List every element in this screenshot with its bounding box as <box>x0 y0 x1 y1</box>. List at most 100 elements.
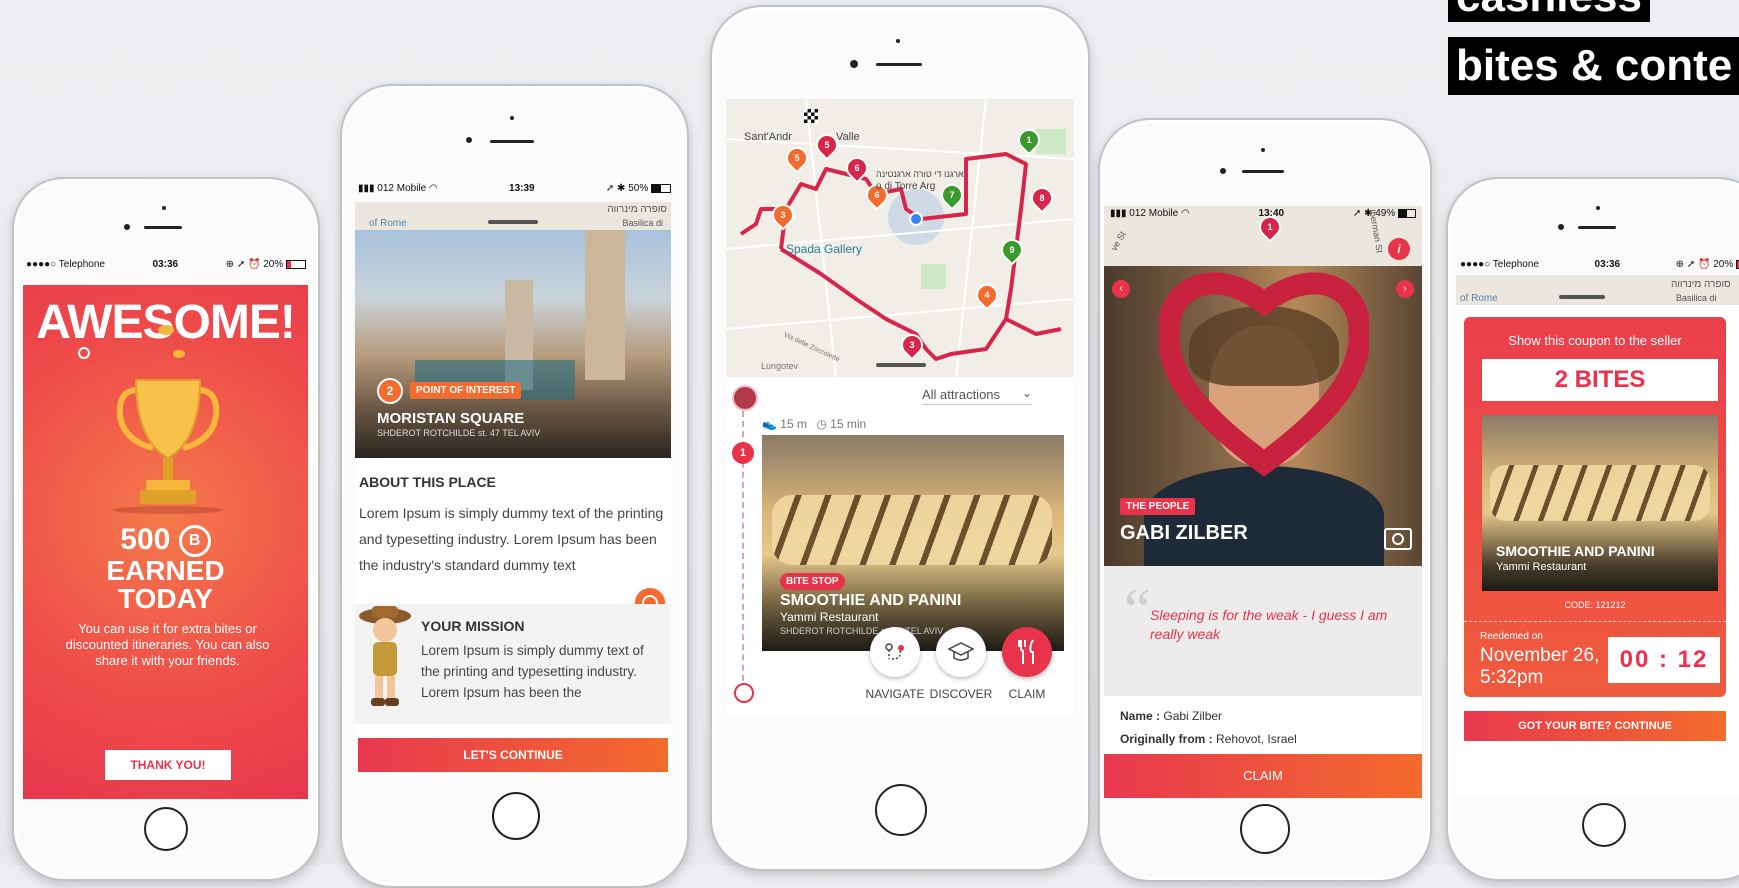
battery: ⊕ ➚ ⏰ 20% <box>1676 259 1739 270</box>
home-button[interactable] <box>144 807 188 851</box>
finish-flag-icon <box>804 109 818 123</box>
filter-value: All attractions <box>922 387 1001 402</box>
battery-icon <box>286 259 306 269</box>
drag-handle[interactable] <box>488 220 538 224</box>
claim-button[interactable]: CLAIM <box>1104 754 1422 798</box>
reward-description: You can use it for extra bites or discou… <box>65 621 270 668</box>
phone-speaker <box>876 63 922 66</box>
discover-button[interactable] <box>936 627 986 677</box>
person-photo: ‹ › THE PEOPLE GABI ZILBER <box>1104 266 1422 566</box>
home-button[interactable] <box>1240 804 1290 854</box>
phone-point-of-interest: ▮▮▮ 012 Mobile ◠ 13:39 ➚ ✱ 50% סופרה מינ… <box>340 84 689 888</box>
claim-label: CLAIM <box>1008 687 1046 701</box>
panini-stripes <box>1490 465 1710 521</box>
thank-you-button[interactable]: THANK YOU! <box>105 750 231 780</box>
walk-time: 15 min <box>830 417 867 431</box>
people-tag: THE PEOPLE <box>1120 498 1196 515</box>
battery-icon <box>651 183 671 193</box>
map-label: Spada Gallery <box>786 242 863 256</box>
about-text: Lorem Ipsum is simply dummy text of the … <box>359 505 664 573</box>
map-label: Sant'Andr <box>744 131 792 143</box>
people-screen: ▮▮▮ 012 Mobile ◠ 13:40 ➚ ✱ 49% ve St Ibe… <box>1104 206 1422 798</box>
phone-camera <box>850 60 858 68</box>
clock: 03:36 <box>1594 259 1621 270</box>
phone-speaker <box>1578 226 1616 229</box>
got-your-bite-button[interactable]: GOT YOUR BITE? CONTINUE <box>1464 711 1726 741</box>
home-button[interactable] <box>1582 803 1626 847</box>
phone-route-map: 5 5 6 6 3 7 1 8 9 4 3 Sant'Andr Valle Sp… <box>710 5 1090 871</box>
phone-awesome: ●●●●○ Telephone 03:36 ⊕ ➚ ⏰ 20% AWESOME!… <box>12 177 320 881</box>
card-address: SHDEROT ROTCHILDE st. 47 TEL AVIV <box>780 626 944 636</box>
coupon-screen: סופרה מינרווה of Rome Basilica di Show t… <box>1456 275 1739 795</box>
map-label: of Rome <box>1460 293 1498 304</box>
coupon-divider <box>1464 621 1726 622</box>
coupon-title: SMOOTHIE AND PANINI <box>1496 543 1655 559</box>
route-screen: 5 5 6 6 3 7 1 8 9 4 3 Sant'Andr Valle Sp… <box>726 99 1074 717</box>
walk-meta: 👟 15 m ◷ 15 min <box>762 417 866 431</box>
phone-sensor <box>1596 206 1600 210</box>
map-label: ve St <box>1108 229 1128 253</box>
quote-mark-icon: “ <box>1124 577 1151 643</box>
name-value: Gabi Zilber <box>1163 709 1223 723</box>
prev-arrow-icon[interactable]: ‹ <box>1112 280 1130 298</box>
clock: 03:36 <box>152 259 179 270</box>
map-strip: סופרה מינרווה of Rome Basilica di <box>355 202 671 230</box>
next-arrow-icon[interactable]: › <box>1396 280 1414 298</box>
phone-sensor <box>510 116 514 120</box>
about-title: ABOUT THIS PLACE <box>359 474 496 490</box>
poi-photo: 2 POINT OF INTEREST MORISTAN SQUARE SHDE… <box>355 230 671 458</box>
drag-handle[interactable] <box>876 363 926 367</box>
poi-address: SHDEROT ROTCHILDE st. 47 TEL AVIV <box>377 428 541 438</box>
map-label: Basilica di <box>622 218 663 228</box>
confetti-icon <box>78 347 90 359</box>
home-button[interactable] <box>875 784 927 836</box>
navigate-label: NAVIGATE <box>865 687 925 701</box>
shoe-icon: 👟 <box>762 417 777 431</box>
home-button[interactable] <box>492 792 540 840</box>
route-map[interactable]: 5 5 6 6 3 7 1 8 9 4 3 Sant'Andr Valle Sp… <box>726 99 1074 377</box>
map-label: Valle <box>836 131 860 143</box>
phone-speaker <box>1242 170 1284 173</box>
quote-text: Sleeping is for the weak - I guess I am … <box>1150 607 1388 642</box>
info-icon[interactable]: i <box>1388 238 1410 260</box>
trophy-icon <box>113 379 223 514</box>
lets-continue-button[interactable]: LET'S CONTINUE <box>358 738 668 772</box>
camera-icon[interactable] <box>1384 528 1412 550</box>
chevron-down-icon: ⌄ <box>1021 386 1032 400</box>
card-subtitle: Yammi Restaurant <box>780 610 879 624</box>
bite-stop-card[interactable]: BITE STOP SMOOTHIE AND PANINI Yammi Rest… <box>762 435 1064 651</box>
coins-icon <box>158 325 174 335</box>
phone-camera <box>1558 224 1564 230</box>
headline-line1: cashless <box>1448 0 1650 22</box>
map-strip: סופרה מינרווה of Rome Basilica di <box>1456 275 1739 305</box>
card-title: SMOOTHIE AND PANINI <box>780 592 962 609</box>
phone-sensor <box>162 206 166 210</box>
attractions-filter[interactable]: All attractions ⌄ <box>922 386 1032 405</box>
quote-box: “ Sleeping is for the weak - I guess I a… <box>1104 566 1422 696</box>
coupon-code: CODE: 121212 <box>1564 600 1626 610</box>
heart-frame-icon <box>1159 272 1369 477</box>
drag-handle[interactable] <box>1559 295 1605 299</box>
tower-shape <box>585 230 625 380</box>
redeemed-date: November 26, <box>1480 645 1600 666</box>
redeemed-time: 5:32pm <box>1480 667 1544 688</box>
walk-distance: 15 m <box>780 417 807 431</box>
phone-speaker <box>490 140 534 143</box>
coins-icon-2 <box>173 350 185 358</box>
navigate-button[interactable] <box>870 627 920 677</box>
awesome-title: AWESOME! <box>36 296 296 349</box>
map-label: of Rome <box>369 218 407 229</box>
claim-button[interactable] <box>1002 627 1052 677</box>
status-bar: ▮▮▮ 012 Mobile ◠ 13:39 ➚ ✱ 50% <box>342 183 687 194</box>
guide-avatar[interactable] <box>732 385 758 411</box>
carrier: ●●●●○ Telephone <box>1460 259 1539 270</box>
coupon-photo: SMOOTHIE AND PANINI Yammi Restaurant <box>1482 415 1718 591</box>
map-label: סופרה מינרווה <box>1671 279 1731 290</box>
shirt-shape <box>1144 466 1384 566</box>
redeemed-label: Reedemed on <box>1480 631 1543 642</box>
coupon-hint: Show this coupon to the seller <box>1508 333 1682 348</box>
panini-stripes <box>772 495 1052 565</box>
mission-title: YOUR MISSION <box>421 618 525 634</box>
battery: ⊕ ➚ ⏰ 20% <box>226 259 306 270</box>
bites-coin-icon: B <box>178 525 211 558</box>
